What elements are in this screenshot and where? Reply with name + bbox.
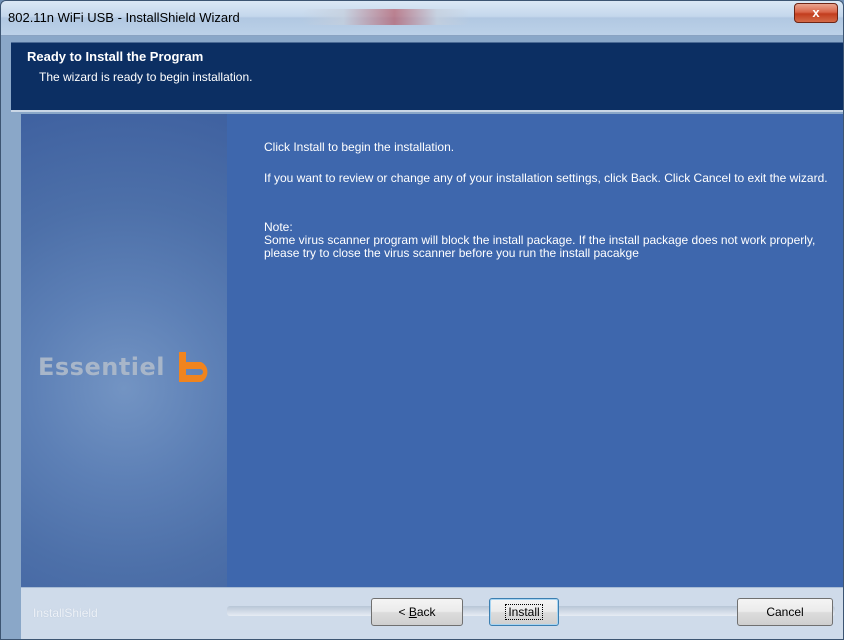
- window-title: 802.11n WiFi USB - InstallShield Wizard: [8, 10, 240, 25]
- instruction-text: Click Install to begin the installation.: [264, 140, 455, 154]
- page-subtitle: The wizard is ready to begin installatio…: [39, 70, 253, 84]
- title-bar[interactable]: 802.11n WiFi USB - InstallShield Wizard …: [1, 1, 843, 36]
- essentiel-logo: Essentiel: [38, 350, 213, 384]
- button-bar: InstallShield < Back Install Cancel: [21, 587, 843, 639]
- cancel-button[interactable]: Cancel: [737, 598, 833, 626]
- brand-panel: Essentiel: [21, 114, 227, 587]
- review-text: If you want to review or change any of y…: [264, 171, 828, 185]
- installer-window: 802.11n WiFi USB - InstallShield Wizard …: [0, 0, 844, 640]
- installshield-brand: InstallShield: [33, 606, 98, 620]
- title-bar-glow: [301, 9, 471, 25]
- wizard-header: Ready to Install the Program The wizard …: [11, 42, 843, 112]
- essentiel-b-icon: [179, 352, 208, 382]
- logo-text: Essentiel: [38, 353, 166, 381]
- install-button[interactable]: Install: [489, 598, 559, 626]
- back-prefix: <: [398, 605, 409, 619]
- page-title: Ready to Install the Program: [27, 49, 204, 64]
- close-icon: x: [812, 5, 820, 20]
- cancel-label: Cancel: [766, 605, 804, 619]
- back-rest: ack: [416, 605, 436, 619]
- note-label: Note:: [264, 220, 293, 234]
- content-area: Click Install to begin the installation.…: [227, 114, 843, 587]
- install-label: Install: [505, 604, 543, 620]
- close-button[interactable]: x: [794, 3, 838, 23]
- note-text: Some virus scanner program will block th…: [264, 233, 816, 260]
- back-button[interactable]: < Back: [371, 598, 463, 626]
- back-mnemonic: B: [408, 605, 417, 619]
- note-block: Note: Some virus scanner program will bl…: [264, 221, 834, 260]
